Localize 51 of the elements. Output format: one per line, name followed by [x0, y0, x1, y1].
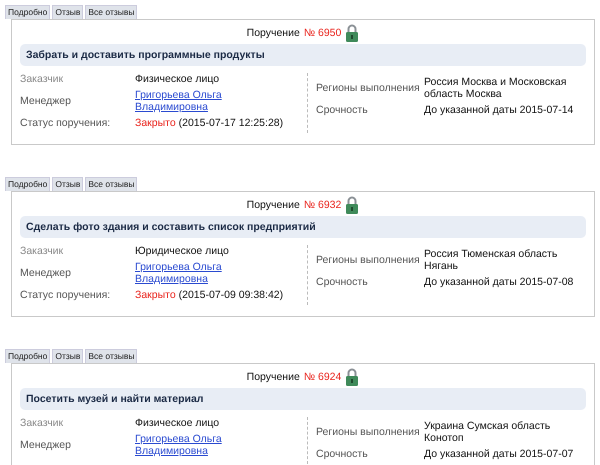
manager-link[interactable]: Григорьева Ольга Владимировна: [135, 89, 225, 114]
manager-link[interactable]: Григорьева Ольга Владимировна: [135, 261, 225, 286]
field-value: До указанной даты 2015-07-07: [424, 448, 574, 460]
field-label: Регионы выполнения: [316, 426, 421, 438]
field-value: Физическое лицо: [135, 73, 220, 86]
status-value: Закрыто: [135, 117, 176, 130]
field-value: Россия Тюменская область Нягань: [424, 248, 558, 272]
field-label: Заказчик: [20, 417, 64, 430]
field-label: Регионы выполнения: [316, 82, 421, 94]
field-value: До указанной даты 2015-07-14: [424, 104, 574, 116]
order-label: Поручение: [246, 371, 300, 384]
tab[interactable]: Все отзывы: [85, 5, 138, 20]
order-label: Поручение: [246, 27, 300, 40]
order-title: Посетить музей и найти материал: [20, 388, 586, 410]
field-label: Срочность: [316, 276, 369, 288]
order-number: № 6950: [304, 27, 342, 40]
status-time: (2015-07-17 12:25:28): [178, 117, 284, 130]
lock-icon: [345, 24, 360, 42]
order-title: Забрать и доставить программные продукты: [20, 44, 586, 66]
tab[interactable]: Все отзывы: [85, 349, 138, 364]
manager-link[interactable]: Григорьева Ольга Владимировна: [135, 433, 225, 458]
tab[interactable]: Подробно: [5, 5, 50, 20]
tab[interactable]: Отзыв: [52, 349, 84, 364]
field-label: Заказчик: [20, 245, 64, 258]
field-value: Россия Москва и Московская область Москва: [424, 76, 568, 100]
field-label: Менеджер: [20, 439, 72, 452]
tab[interactable]: Подробно: [5, 177, 50, 192]
lock-icon: [345, 368, 360, 386]
field-value: Юридическое лицо: [135, 245, 230, 258]
field-value: Украина Сумская область Конотоп: [424, 420, 552, 444]
tab[interactable]: Подробно: [5, 349, 50, 364]
status-value: Закрыто: [135, 289, 176, 302]
field-value: До указанной даты 2015-07-08: [424, 276, 574, 288]
field-label: Срочность: [316, 448, 369, 460]
field-label: Статус поручения:: [20, 117, 112, 130]
tab[interactable]: Отзыв: [52, 5, 84, 20]
field-label: Регионы выполнения: [316, 254, 421, 266]
lock-icon: [345, 196, 360, 214]
field-value: Физическое лицо: [135, 417, 220, 430]
field-label: Менеджер: [20, 95, 72, 108]
order-number: № 6924: [304, 371, 342, 384]
field-label: Заказчик: [20, 73, 64, 86]
field-label: Менеджер: [20, 267, 72, 280]
field-label: Статус поручения:: [20, 289, 112, 302]
order-number: № 6932: [304, 199, 342, 212]
field-label: Срочность: [316, 104, 369, 116]
tab[interactable]: Все отзывы: [85, 177, 138, 192]
order-title: Сделать фото здания и составить список предприятий: [20, 216, 586, 238]
order-label: Поручение: [246, 199, 300, 212]
tab[interactable]: Отзыв: [52, 177, 84, 192]
status-time: (2015-07-09 09:38:42): [178, 289, 284, 302]
